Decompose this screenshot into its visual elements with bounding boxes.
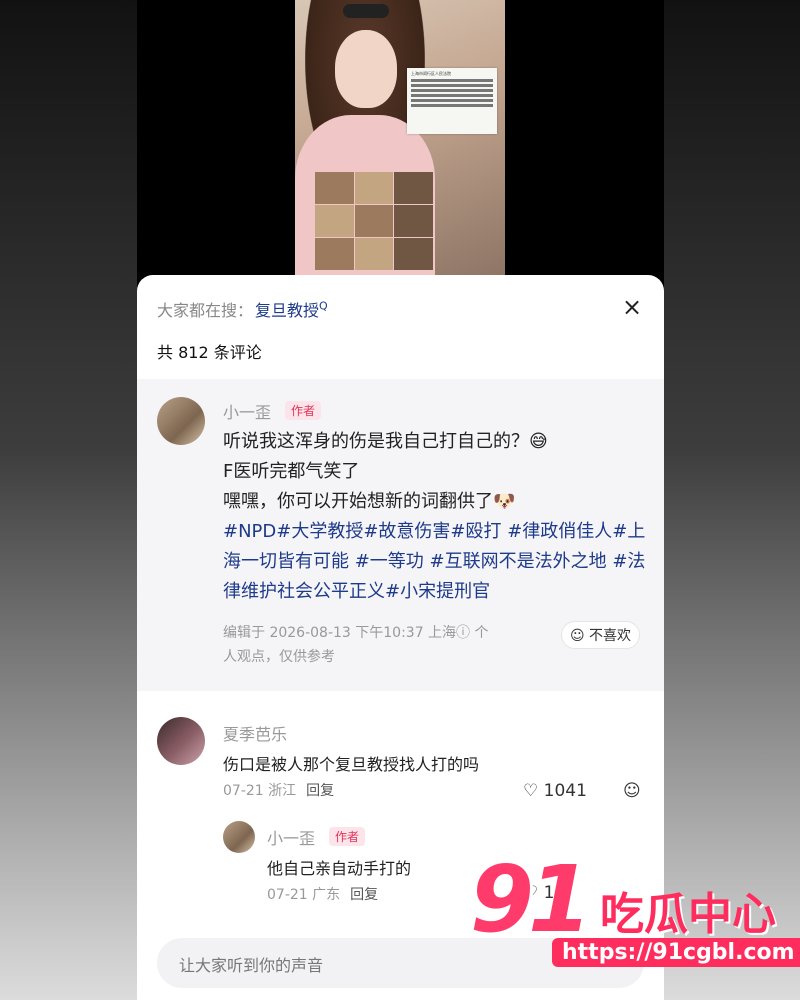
comment-author[interactable]: 夏季芭乐 bbox=[223, 721, 287, 745]
video-injury-collage bbox=[315, 172, 433, 270]
video-player[interactable]: 上海市闵行区人民法院 bbox=[295, 0, 505, 275]
comment-line: 嘿嘿，你可以开始想新的词翻供了🐶 bbox=[223, 491, 516, 512]
reply-button[interactable]: 回复 bbox=[306, 783, 334, 799]
video-document: 上海市闵行区人民法院 bbox=[407, 68, 497, 134]
comment-meta: 07-21 浙江 回复 bbox=[223, 779, 334, 803]
search-suggestion[interactable]: 大家都在搜： 复旦教授Q bbox=[157, 297, 328, 321]
heart-icon: ♡ bbox=[523, 781, 539, 801]
video-sunglasses bbox=[343, 4, 389, 18]
comment-line: F医听完都气笑了 bbox=[223, 461, 360, 482]
reply-text: 他自己亲自动手打的 bbox=[267, 859, 412, 878]
reply-button[interactable]: 回复 bbox=[350, 887, 378, 903]
search-prefix: 大家都在搜： bbox=[157, 301, 254, 320]
close-icon[interactable]: × bbox=[618, 293, 646, 321]
watermark-text: 吃瓜中心 bbox=[600, 889, 776, 940]
dislike-button[interactable]: ☺ 不喜欢 bbox=[561, 621, 641, 649]
reply-meta: 07-21 广东 回复 bbox=[267, 883, 378, 907]
video-document-title: 上海市闵行区人民法院 bbox=[411, 71, 451, 76]
author-badge: 作者 bbox=[329, 827, 366, 846]
watermark-logo: 91 吃瓜中心 https://91cgbl.com bbox=[470, 850, 800, 980]
pinned-comment[interactable]: 小一歪 作者 听说我这浑身的伤是我自己打自己的？😅 F医听完都气笑了 嘿嘿，你可… bbox=[137, 379, 664, 691]
comment-count: 共 812 条评论 bbox=[157, 343, 262, 362]
emoji-icon[interactable]: ☺ bbox=[623, 781, 641, 801]
reply-date-location: 07-21 广东 bbox=[267, 887, 341, 903]
like-count: 1041 bbox=[543, 781, 587, 801]
video-person-face bbox=[335, 30, 397, 108]
comment-line: 听说我这浑身的伤是我自己打自己的？😅 bbox=[223, 431, 548, 452]
avatar[interactable] bbox=[157, 717, 205, 765]
comment-text: 伤口是被人那个复旦教授找人打的吗 bbox=[223, 755, 480, 774]
background-left bbox=[0, 0, 137, 1000]
comment-author[interactable]: 小一歪 bbox=[223, 399, 271, 423]
watermark-url: https://91cgbl.com bbox=[552, 938, 800, 967]
comment-meta-line: 人观点，仅供参考 bbox=[223, 649, 335, 665]
comment-body: 听说我这浑身的伤是我自己打自己的？😅 F医听完都气笑了 嘿嘿，你可以开始想新的词… bbox=[223, 427, 653, 607]
comment-meta: 编辑于 2026-08-13 下午10:37 上海ⓘ 个 人观点，仅供参考 bbox=[223, 621, 553, 669]
reply-author[interactable]: 小一歪 bbox=[267, 825, 315, 849]
search-term[interactable]: 复旦教授 bbox=[255, 301, 319, 320]
search-icon: Q bbox=[319, 299, 328, 313]
hashtag-list[interactable]: #NPD#大学教授#故意伤害#殴打 #律政俏佳人#上海一切皆有可能 #一等功 #… bbox=[223, 517, 653, 607]
watermark-number: 91 bbox=[470, 846, 592, 953]
author-badge: 作者 bbox=[285, 401, 322, 420]
comment-meta-line: 编辑于 2026-08-13 下午10:37 上海ⓘ 个 bbox=[223, 625, 489, 641]
comment-input-placeholder: 让大家听到你的声音 bbox=[179, 956, 324, 975]
avatar[interactable] bbox=[223, 821, 255, 853]
like-button[interactable]: ♡ 1041 bbox=[523, 781, 587, 801]
avatar[interactable] bbox=[157, 397, 205, 445]
comment-date-location: 07-21 浙江 bbox=[223, 783, 297, 799]
